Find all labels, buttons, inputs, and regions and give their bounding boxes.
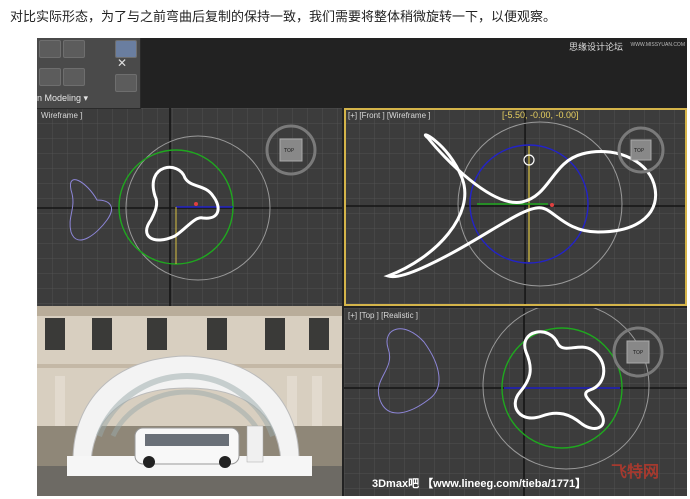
ribbon-panel: ✕ n Modeling ▾ <box>37 38 141 109</box>
watermark-site: 思缘设计论坛 <box>568 42 623 52</box>
viewport-front[interactable]: [+] [Front ] [Wireframe ] [-5.50, -0.00,… <box>344 108 687 306</box>
close-x-icon[interactable]: ✕ <box>117 56 127 70</box>
viewport-top-left[interactable]: Wireframe ] <box>37 108 342 306</box>
article-caption: 对比实际形态，为了与之前弯曲后复制的保持一致，我们需要将整体稍微旋转一下，以便观… <box>10 10 557 25</box>
select-tool-icon[interactable] <box>115 74 137 92</box>
viewport-front-canvas <box>344 108 687 306</box>
view-cube-icon[interactable]: TOP <box>284 148 294 154</box>
view-cube-icon[interactable]: TOP <box>634 148 644 154</box>
viewport-label[interactable]: [+] [Front ] [Wireframe ] <box>348 111 430 120</box>
tool-button[interactable] <box>39 68 61 86</box>
tool-button[interactable] <box>63 40 85 58</box>
viewport-label[interactable]: [+] [Top ] [Realistic ] <box>348 311 418 320</box>
ribbon-mode-label[interactable]: n Modeling ▾ <box>37 93 88 104</box>
viewport-top-left-canvas <box>37 108 342 306</box>
watermark-tieba: 3Dmax吧 【www.lineeg.com/tieba/1771】 <box>372 478 587 490</box>
watermark-logo: 飞特网 <box>610 464 659 481</box>
coordinate-readout: [-5.50, -0.00, -0.00] <box>502 110 579 120</box>
viewport-label[interactable]: Wireframe ] <box>41 111 82 120</box>
reference-photo <box>37 306 342 496</box>
tool-button[interactable] <box>39 40 61 58</box>
view-cube-icon[interactable]: TOP <box>633 350 643 356</box>
max-screenshot: Wireframe ] [+] [Front ] [Wireframe ] [-… <box>37 38 687 496</box>
tool-button[interactable] <box>63 68 85 86</box>
watermark-url: WWW.MISSYUAN.COM <box>630 42 685 48</box>
